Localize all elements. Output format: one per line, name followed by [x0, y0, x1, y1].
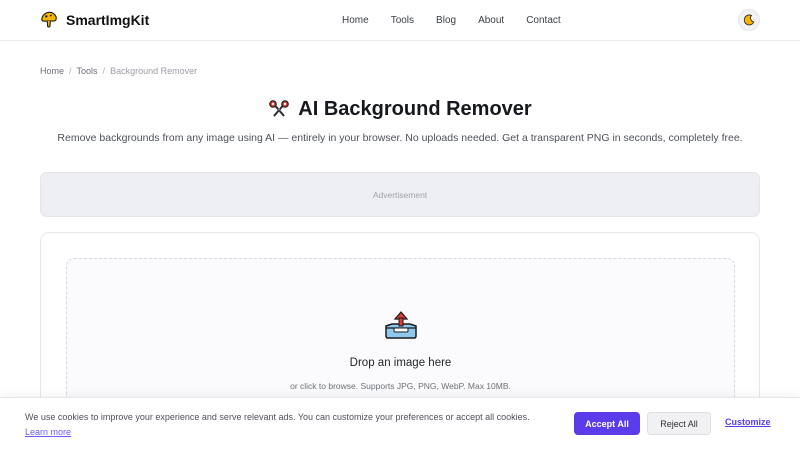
upload-tray-icon [385, 311, 417, 339]
learn-more-link[interactable]: Learn more [25, 427, 71, 437]
page-title: AI Background Remover [298, 98, 532, 120]
theme-toggle-button[interactable] [738, 9, 760, 31]
reject-all-button[interactable]: Reject All [647, 412, 711, 435]
nav-home[interactable]: Home [342, 15, 369, 26]
advertisement-slot: Advertisement [40, 172, 760, 217]
breadcrumb: Home / Tools / Background Remover [40, 66, 197, 76]
nav-blog[interactable]: Blog [436, 15, 456, 26]
moon-icon [743, 14, 755, 26]
mushroom-logo-icon [41, 11, 57, 28]
breadcrumb-tools[interactable]: Tools [77, 66, 98, 76]
cookie-banner: We use cookies to improve your experienc… [0, 397, 800, 450]
brand-name: SmartImgKit [66, 12, 150, 28]
advertisement-label: Advertisement [372, 189, 428, 200]
page-subtitle: Remove backgrounds from any image using … [57, 132, 743, 144]
dropzone-subtitle: or click to browse. Supports JPG, PNG, W… [290, 381, 511, 391]
site-header: SmartImgKit Home Tools Blog About Contac… [0, 0, 800, 41]
dropzone-title: Drop an image here [349, 357, 452, 369]
cookie-message: We use cookies to improve your experienc… [25, 410, 545, 440]
nav-tools[interactable]: Tools [391, 15, 414, 26]
customize-link[interactable]: Customize [725, 417, 771, 427]
scissors-icon [269, 99, 290, 117]
brand-logo[interactable]: SmartImgKit [40, 11, 149, 29]
main-nav: Home Tools Blog About Contact [342, 0, 583, 40]
breadcrumb-current: Background Remover [110, 66, 198, 76]
breadcrumb-separator: / [69, 66, 72, 76]
nav-about[interactable]: About [478, 15, 504, 26]
page-header: AI Background Remover [0, 98, 800, 121]
breadcrumb-separator: / [102, 66, 106, 76]
accept-all-button[interactable]: Accept All [574, 412, 640, 435]
nav-contact[interactable]: Contact [526, 15, 560, 26]
cookie-text: We use cookies to improve your experienc… [25, 412, 530, 422]
breadcrumb-home[interactable]: Home [40, 66, 64, 76]
